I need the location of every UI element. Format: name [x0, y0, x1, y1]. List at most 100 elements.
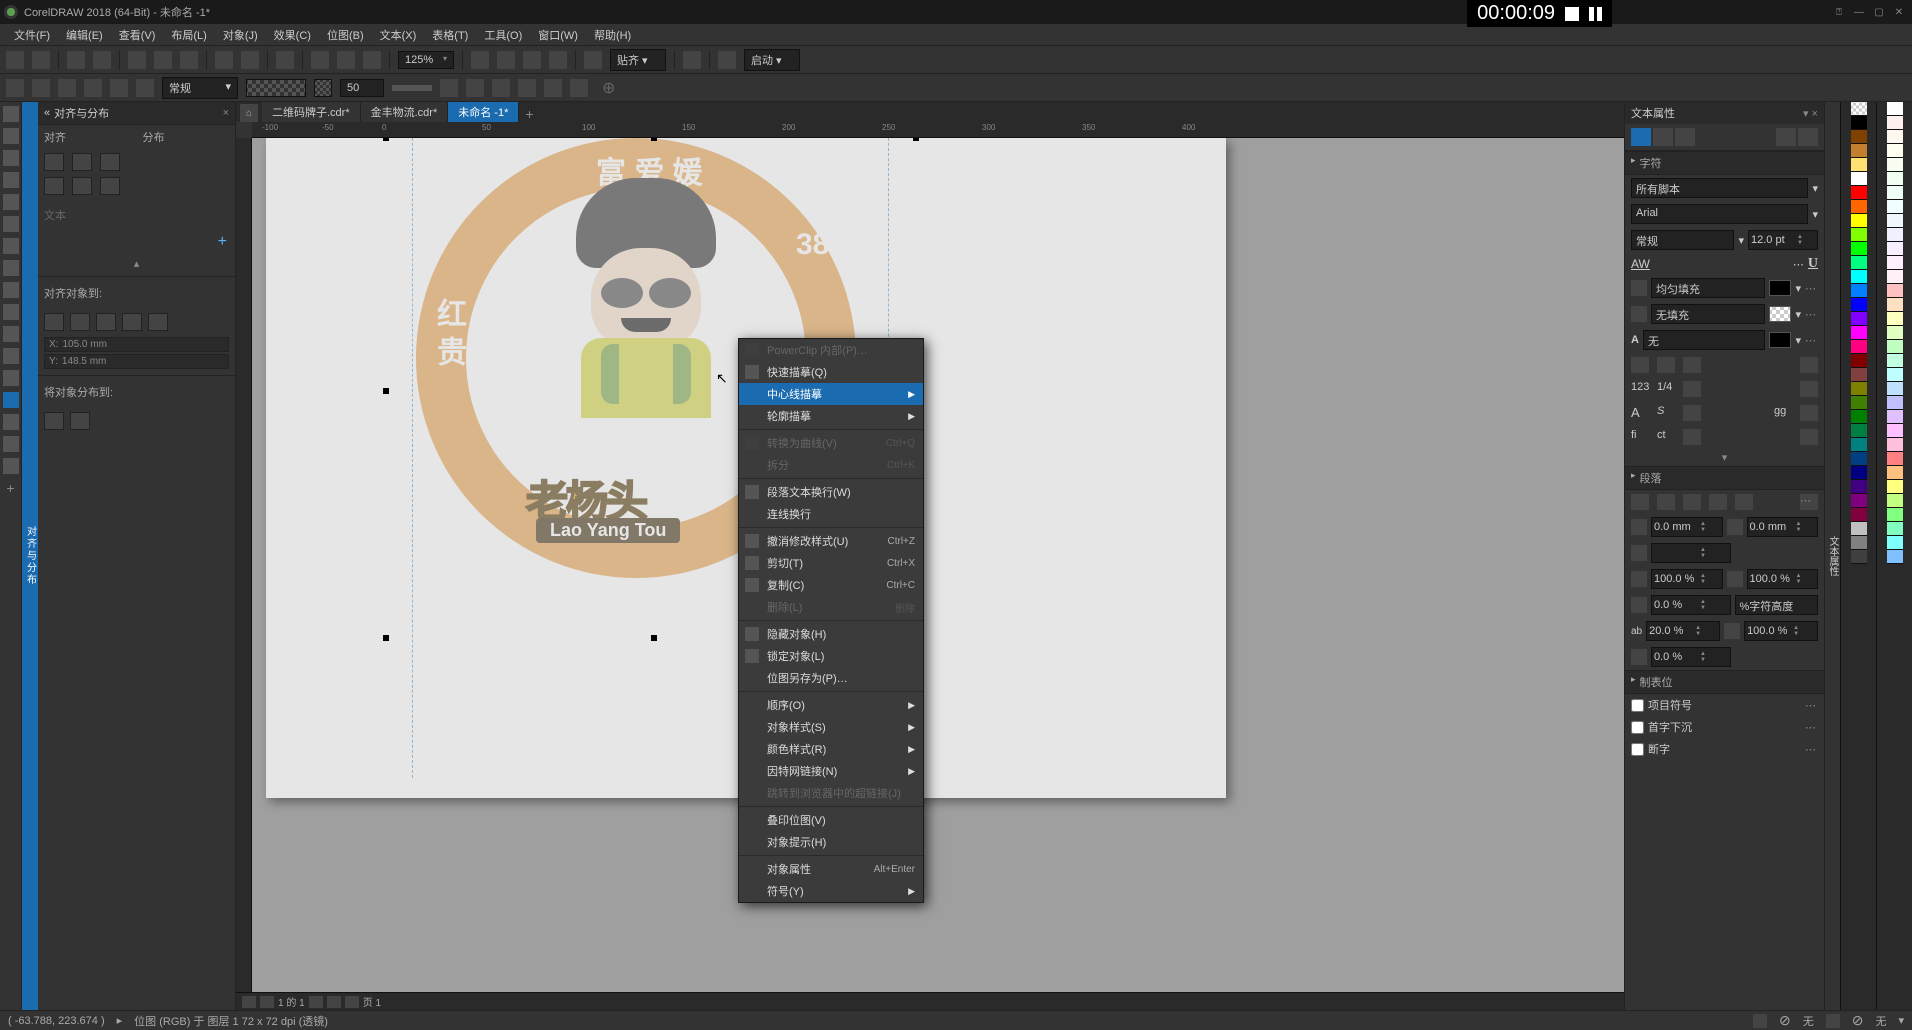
status-fill-icon[interactable] [1753, 1014, 1767, 1028]
right-docker-tab[interactable]: 文本属性 [1824, 102, 1840, 1010]
align-top-icon[interactable] [44, 177, 64, 195]
interactive-tool-icon[interactable] [3, 392, 19, 408]
snap-combo[interactable]: 贴齐 ▾ [610, 49, 666, 71]
minimize-icon[interactable]: — [1850, 5, 1868, 19]
ligature-more-icon[interactable] [1800, 429, 1818, 445]
align-y-value[interactable]: 148.5 mm [62, 356, 106, 367]
context-menu-item[interactable]: 轮廓描摹▶ [739, 405, 923, 427]
outline-swatch[interactable] [1769, 332, 1791, 348]
resample-icon[interactable] [58, 79, 76, 97]
palette-swatch[interactable] [1887, 228, 1903, 242]
ellipse-tool-icon[interactable] [3, 260, 19, 276]
palette-swatch[interactable] [1851, 242, 1867, 256]
align-left-icon[interactable] [44, 153, 64, 171]
bullet-checkbox[interactable] [1631, 699, 1644, 712]
panel-close-icon[interactable]: ▾ × [1803, 107, 1818, 120]
palette-swatch[interactable] [1851, 158, 1867, 172]
tabs-section-header[interactable]: 制表位 [1625, 670, 1824, 694]
connector-tool-icon[interactable] [3, 370, 19, 386]
page-first-icon[interactable] [242, 996, 256, 1008]
freehand-tool-icon[interactable] [3, 194, 19, 210]
panel-close-icon[interactable]: × [223, 107, 229, 119]
search-icon[interactable] [276, 51, 294, 69]
palette-swatch[interactable] [1887, 102, 1903, 116]
panel-collapse-icon[interactable]: ▴ [38, 255, 235, 272]
snap-icon[interactable] [584, 51, 602, 69]
palette-swatch[interactable] [1887, 214, 1903, 228]
palette-swatch[interactable] [1851, 284, 1867, 298]
script-select[interactable]: 所有脚本 [1631, 178, 1808, 198]
crop-bitmap-icon[interactable] [84, 79, 102, 97]
dist-to-page-icon[interactable] [70, 412, 90, 430]
bitmap-effects-icon[interactable] [136, 79, 154, 97]
bitmap-mode-icon[interactable] [110, 79, 128, 97]
page-add-icon[interactable] [345, 996, 359, 1008]
palette-swatch[interactable] [1851, 102, 1867, 116]
palette-swatch[interactable] [1887, 424, 1903, 438]
style-combo[interactable]: 常规▾ [162, 77, 238, 99]
palette-swatch[interactable] [1887, 340, 1903, 354]
transparency-pattern[interactable] [246, 79, 306, 97]
copy-transparency-icon[interactable] [544, 79, 562, 97]
palette-swatch[interactable] [1851, 508, 1867, 522]
strikethrough-icon[interactable] [1631, 357, 1649, 373]
para-section-header[interactable]: 段落 [1625, 466, 1824, 490]
palette-swatch[interactable] [1887, 284, 1903, 298]
outline-tool-icon[interactable] [3, 458, 19, 474]
align-left-text-icon[interactable] [1631, 494, 1649, 510]
palette-swatch[interactable] [1887, 480, 1903, 494]
guides-icon[interactable] [549, 51, 567, 69]
menu-tools[interactable]: 工具(O) [478, 25, 528, 45]
palette-swatch[interactable] [1887, 270, 1903, 284]
canvas[interactable]: 富 爱 媛 红 贵 38 老杨头 Lao Yang Tou [252, 138, 1624, 992]
fill-swatch[interactable] [1769, 280, 1791, 296]
palette-swatch[interactable] [1851, 522, 1867, 536]
palette-swatch[interactable] [1887, 550, 1903, 564]
rectangle-tool-icon[interactable] [3, 238, 19, 254]
context-menu-item[interactable]: 隐藏对象(H) [739, 623, 923, 645]
palette-swatch[interactable] [1887, 494, 1903, 508]
palette-swatch[interactable] [1851, 228, 1867, 242]
context-menu-item[interactable]: 撤消修改样式(U)Ctrl+Z [739, 530, 923, 552]
context-menu-item[interactable]: 对象样式(S)▶ [739, 716, 923, 738]
palette-swatch[interactable] [1887, 256, 1903, 270]
line-spacing-input[interactable] [1654, 599, 1698, 611]
palette-swatch[interactable] [1851, 550, 1867, 564]
rulers-icon[interactable] [497, 51, 515, 69]
zoom-combo[interactable]: 125%▾ [398, 51, 454, 69]
dropper-tool-icon[interactable] [3, 414, 19, 430]
apply-all-icon[interactable] [440, 79, 458, 97]
dist-to-selection-icon[interactable] [44, 412, 64, 430]
menu-edit[interactable]: 编辑(E) [60, 25, 109, 45]
menu-effects[interactable]: 效果(C) [268, 25, 317, 45]
context-menu-item[interactable]: 位图另存为(P)… [739, 667, 923, 689]
context-menu-item[interactable]: 剪切(T)Ctrl+X [739, 552, 923, 574]
new-doc-icon[interactable] [6, 51, 24, 69]
page-tab-1[interactable]: 页 1 [363, 994, 381, 1009]
context-menu-item[interactable]: 颜色样式(R)▶ [739, 738, 923, 760]
spacing-unit[interactable]: %字符高度 [1735, 595, 1819, 615]
doc-tab-2[interactable]: 未命名 -1* [448, 102, 519, 122]
subscript-icon[interactable] [1683, 357, 1701, 373]
align-center-text-icon[interactable] [1657, 494, 1675, 510]
palette-swatch[interactable] [1851, 312, 1867, 326]
palette-swatch[interactable] [1851, 270, 1867, 284]
zoom-tool-icon[interactable] [3, 172, 19, 188]
ligature-icon[interactable] [1683, 429, 1701, 445]
artistic-tool-icon[interactable] [3, 216, 19, 232]
palette-swatch[interactable] [1887, 144, 1903, 158]
palette-swatch[interactable] [1851, 494, 1867, 508]
copy-icon[interactable] [154, 51, 172, 69]
align-center-v-icon[interactable] [72, 177, 92, 195]
table-tool-icon[interactable] [3, 326, 19, 342]
launch-icon[interactable] [718, 51, 736, 69]
palette-swatch[interactable] [1887, 382, 1903, 396]
palette-swatch[interactable] [1887, 172, 1903, 186]
palette-swatch[interactable] [1851, 326, 1867, 340]
palette-swatch[interactable] [1851, 452, 1867, 466]
help-icon[interactable]: ⍰ [1830, 5, 1848, 19]
pdf-icon[interactable] [363, 51, 381, 69]
palette-swatch[interactable] [1887, 522, 1903, 536]
align-right-text-icon[interactable] [1683, 494, 1701, 510]
context-menu-item[interactable]: 因特网链接(N)▶ [739, 760, 923, 782]
